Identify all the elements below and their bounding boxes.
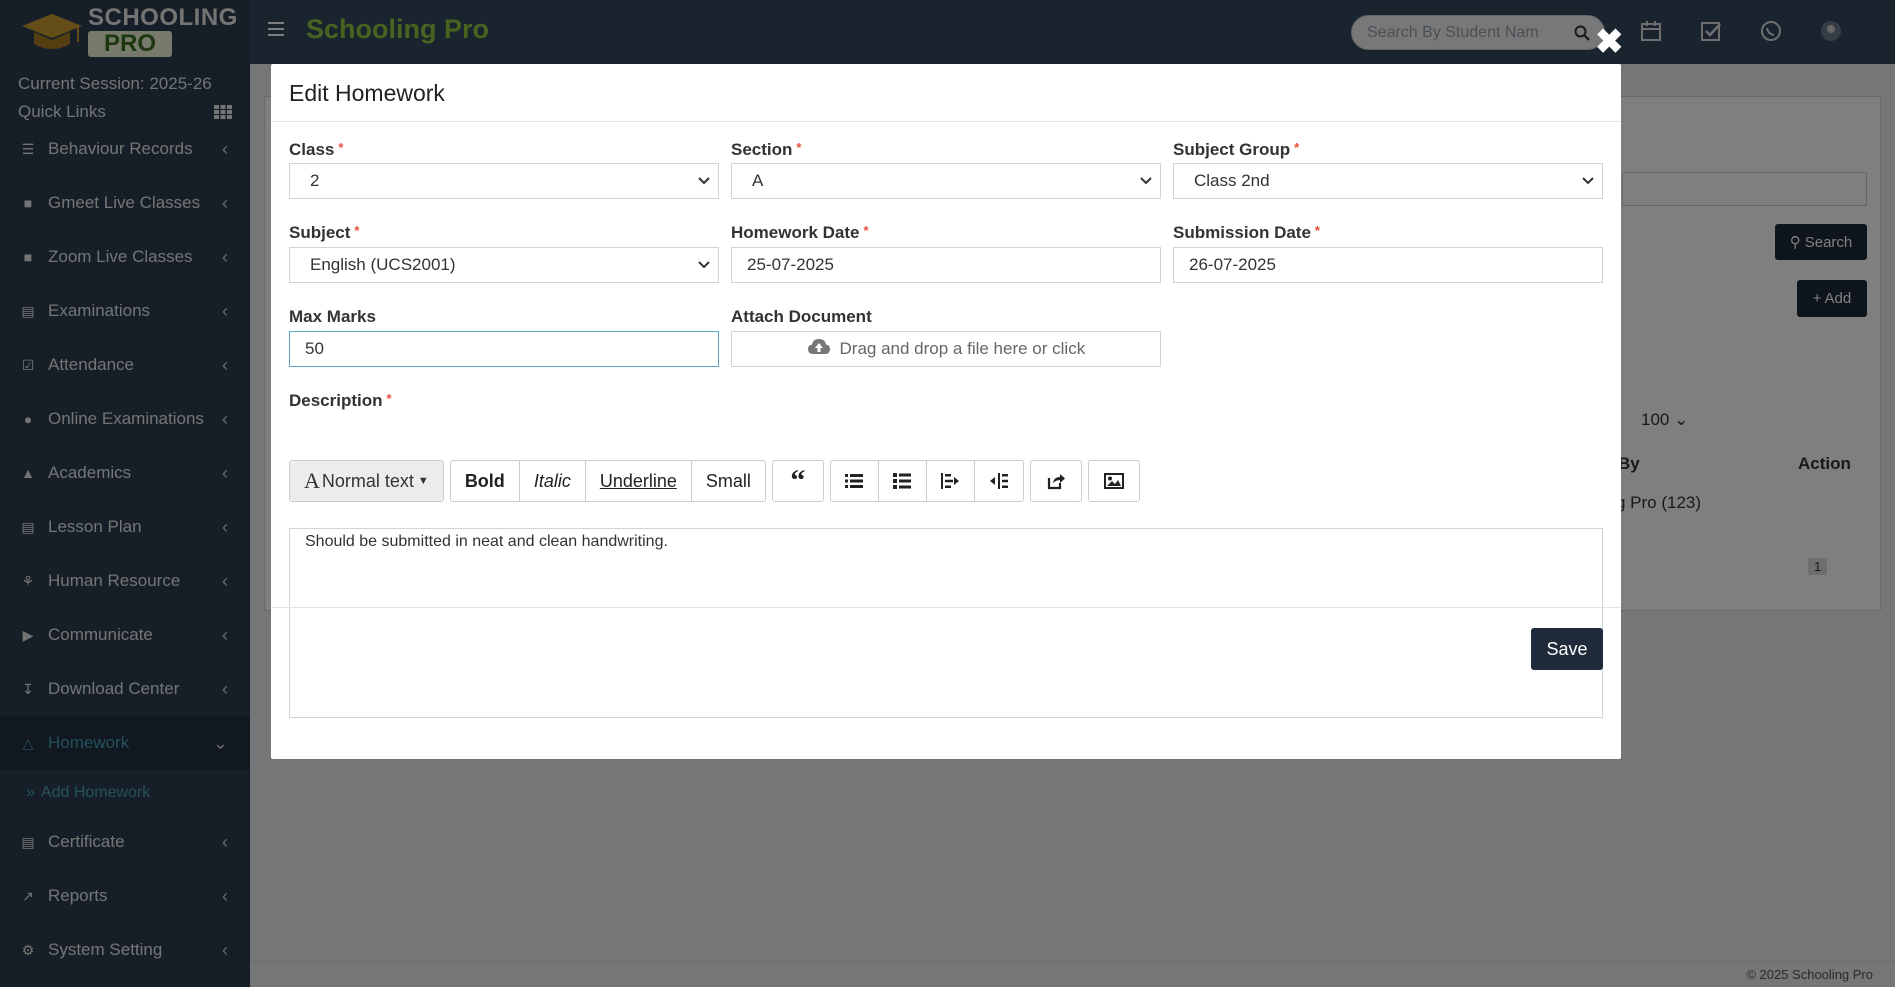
subject-group-value: Class 2nd: [1194, 171, 1270, 190]
edit-homework-modal: Edit Homework Class * 2 Section * A Subjec…: [271, 64, 1621, 759]
max-marks-input[interactable]: 50: [289, 331, 719, 367]
max-marks-label: Max Marks: [289, 307, 376, 326]
modal-title: Edit Homework: [271, 64, 1621, 122]
section-select[interactable]: A: [731, 163, 1161, 199]
class-value: 2: [310, 171, 320, 190]
section-value: A: [752, 171, 764, 190]
class-label: Class *: [289, 140, 344, 159]
image-icon[interactable]: [1089, 461, 1139, 501]
caret-down-icon: ▼: [417, 475, 429, 487]
subject-value: English (UCS2001): [310, 255, 456, 274]
outdent-icon[interactable]: [927, 461, 975, 501]
unordered-list-icon[interactable]: [831, 461, 879, 501]
homework-date-input[interactable]: 25-07-2025: [731, 247, 1161, 283]
submission-date-label: Submission Date *: [1173, 223, 1320, 242]
font-icon: A: [304, 468, 320, 493]
text-style-dropdown[interactable]: A Normal text ▼: [290, 461, 443, 501]
cloud-upload-icon: [807, 339, 830, 354]
modal-footer: Save: [271, 607, 1621, 687]
close-icon[interactable]: ✖: [1595, 25, 1624, 59]
file-dropzone[interactable]: Drag and drop a file here or click: [731, 331, 1161, 367]
subject-group-select[interactable]: Class 2nd: [1173, 163, 1603, 199]
italic-button[interactable]: Italic: [520, 461, 586, 501]
submission-date-value: 26-07-2025: [1189, 255, 1276, 274]
indent-icon[interactable]: [975, 461, 1023, 501]
homework-date-value: 25-07-2025: [747, 255, 834, 274]
chevron-down-icon: [1140, 177, 1152, 185]
ordered-list-icon[interactable]: [879, 461, 927, 501]
small-button[interactable]: Small: [692, 461, 765, 501]
chevron-down-icon: [698, 261, 710, 269]
blockquote-icon[interactable]: “: [773, 461, 823, 501]
attach-document-label: Attach Document: [731, 307, 872, 326]
underline-button[interactable]: Underline: [586, 461, 692, 501]
dropzone-text: Drag and drop a file here or click: [839, 339, 1086, 358]
class-select[interactable]: 2: [289, 163, 719, 199]
subject-group-label: Subject Group *: [1173, 140, 1300, 159]
description-text: Should be submitted in neat and clean ha…: [305, 533, 668, 550]
text-style-label: Normal text: [321, 470, 414, 491]
link-share-icon[interactable]: [1031, 461, 1081, 501]
max-marks-value: 50: [305, 339, 324, 358]
subject-select[interactable]: English (UCS2001): [289, 247, 719, 283]
homework-date-label: Homework Date *: [731, 223, 869, 242]
bold-button[interactable]: Bold: [451, 461, 520, 501]
editor-toolbar: A Normal text ▼ Bold Italic Underline Sm…: [289, 460, 1146, 502]
save-button[interactable]: Save: [1531, 628, 1603, 670]
subject-label: Subject *: [289, 223, 360, 242]
submission-date-input[interactable]: 26-07-2025: [1173, 247, 1603, 283]
chevron-down-icon: [698, 177, 710, 185]
description-label: Description *: [289, 391, 392, 410]
section-label: Section *: [731, 140, 802, 159]
chevron-down-icon: [1582, 177, 1594, 185]
